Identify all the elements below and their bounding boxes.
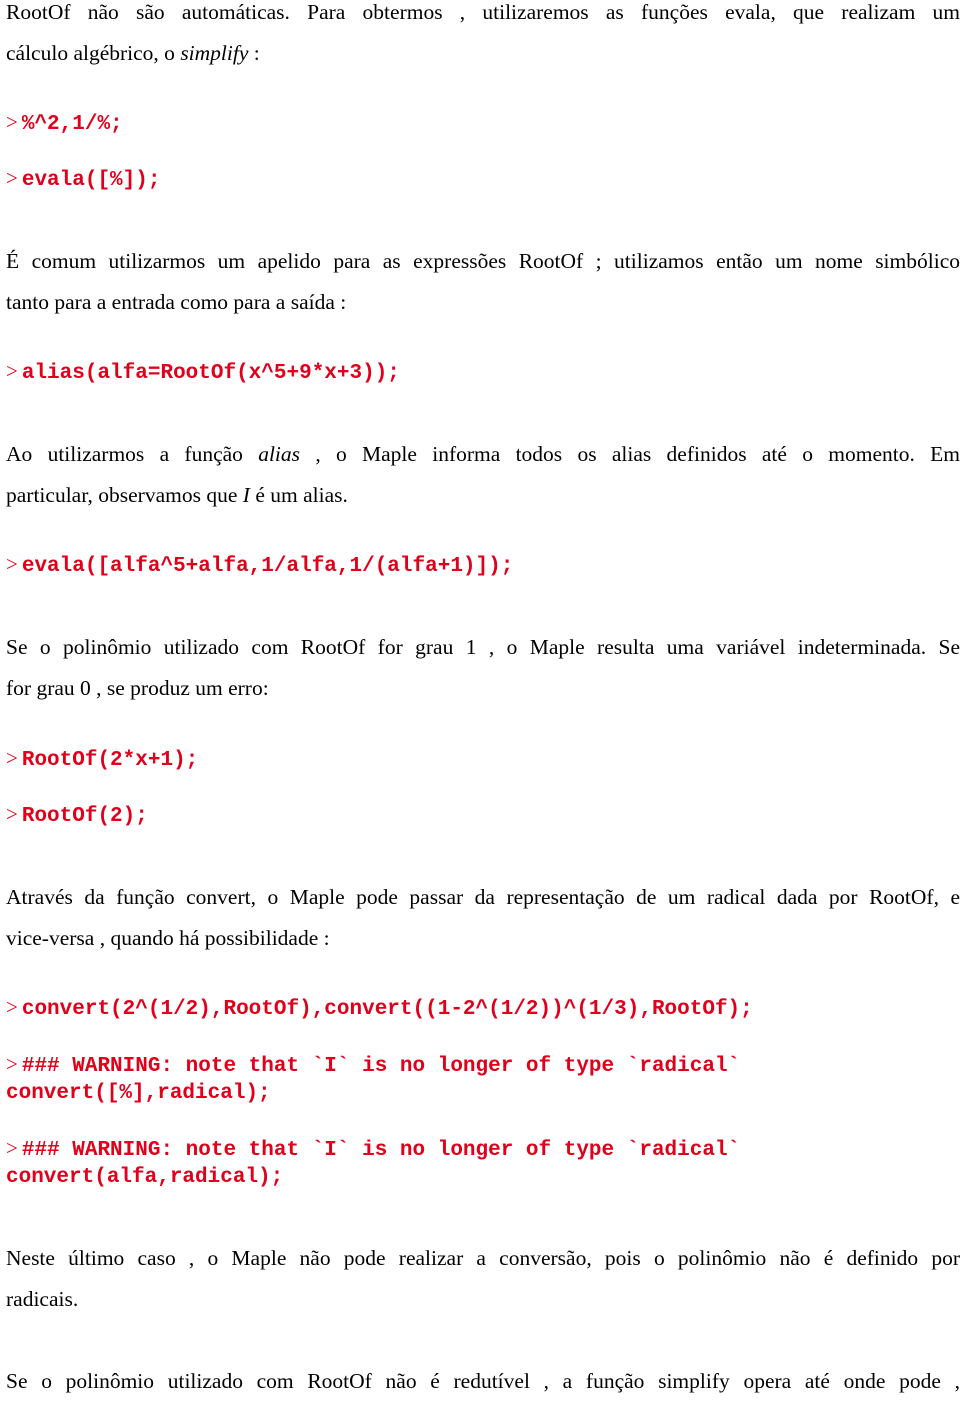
prompt-symbol: > (6, 166, 18, 190)
emphasis-i: I (242, 483, 250, 507)
maple-command[interactable]: > alias(alfa=RootOf(x^5+9*x+3)); (6, 358, 400, 387)
prompt-symbol: > (6, 746, 18, 770)
text-span: Ao utilizarmos a função (6, 442, 259, 466)
paragraph-simplify: Se o polinômio utilizado com RootOf não … (6, 1361, 960, 1402)
maple-command-warning[interactable]: > ### WARNING: note that `I` is no longer… (6, 1135, 740, 1191)
command-code: RootOf(2); (21, 805, 148, 828)
prompt-symbol: > (6, 110, 18, 134)
text-span: é um alias. (249, 483, 348, 507)
text-line: RootOf não são automáticas. Para obtermo… (6, 0, 960, 24)
text-span: , o Maple informa todos os alias definid… (300, 442, 960, 466)
maple-command[interactable]: > evala([alfa^5+alfa,1/alfa,1/(alfa+1)]); (6, 551, 513, 580)
text-line: Ao utilizarmos a função alias , o Maple … (6, 434, 960, 475)
command-code: convert([%],radical); (6, 1082, 271, 1105)
text-line: Neste último caso , o Maple não pode rea… (6, 1246, 960, 1270)
prompt-symbol: > (6, 1052, 18, 1076)
paragraph-degree: Se o polinômio utilizado com RootOf for … (6, 627, 960, 709)
command-code: convert(2^(1/2),RootOf),convert((1-2^(1/… (21, 998, 753, 1021)
command-code: RootOf(2*x+1); (21, 749, 199, 772)
paragraph-alias-intro: É comum utilizarmos um apelido para as e… (6, 241, 960, 323)
text-line: Se o polinômio utilizado com RootOf for … (6, 635, 960, 659)
text-line: Através da função convert, o Maple pode … (6, 885, 960, 909)
prompt-symbol: > (6, 359, 18, 383)
maple-command[interactable]: > evala([%]); (6, 165, 160, 194)
warning-text: ### WARNING: note that `I` is no longer … (21, 1139, 741, 1162)
maple-command[interactable]: > RootOf(2); (6, 801, 148, 830)
prompt-symbol: > (6, 802, 18, 826)
text-line: vice-versa , quando há possibilidade : (6, 926, 330, 950)
paragraph-alias-function: Ao utilizarmos a função alias , o Maple … (6, 434, 960, 516)
text-line: for grau 0 , se produz um erro: (6, 676, 269, 700)
prompt-symbol: > (6, 1136, 18, 1160)
document-page: RootOf não são automáticas. Para obtermo… (0, 0, 960, 1394)
paragraph-last-case: Neste último caso , o Maple não pode rea… (6, 1238, 960, 1320)
text-line: particular, observamos que I é um alias. (6, 475, 960, 516)
maple-command[interactable]: > convert(2^(1/2),RootOf),convert((1-2^(1… (6, 994, 753, 1023)
text-line: Se o polinômio utilizado com RootOf não … (6, 1369, 960, 1393)
emphasis-simplify: simplify (180, 41, 249, 65)
paragraph-intro: RootOf não são automáticas. Para obtermo… (6, 0, 960, 74)
command-code: alias(alfa=RootOf(x^5+9*x+3)); (21, 362, 400, 385)
text-span: : (248, 41, 260, 65)
command-code: %^2,1/%; (21, 113, 123, 136)
command-code: convert(alfa,radical); (6, 1166, 284, 1189)
text-span: particular, observamos que (6, 483, 243, 507)
command-code: evala([%]); (21, 169, 161, 192)
paragraph-convert: Através da função convert, o Maple pode … (6, 877, 960, 959)
text-line: É comum utilizarmos um apelido para as e… (6, 249, 960, 273)
maple-command-warning[interactable]: > ### WARNING: note that `I` is no longer… (6, 1051, 740, 1107)
prompt-symbol: > (6, 552, 18, 576)
maple-command[interactable]: > RootOf(2*x+1); (6, 745, 198, 774)
text-line: radicais. (6, 1287, 79, 1311)
emphasis-alias: alias (258, 442, 301, 466)
prompt-symbol: > (6, 995, 18, 1019)
maple-command[interactable]: > %^2,1/%; (6, 109, 123, 138)
text-line: cálculo algébrico, o simplify : (6, 33, 960, 74)
command-code: evala([alfa^5+alfa,1/alfa,1/(alfa+1)]); (21, 555, 514, 578)
text-line: tanto para a entrada como para a saída : (6, 290, 347, 314)
text-span: cálculo algébrico, o (6, 41, 181, 65)
warning-text: ### WARNING: note that `I` is no longer … (21, 1055, 741, 1078)
